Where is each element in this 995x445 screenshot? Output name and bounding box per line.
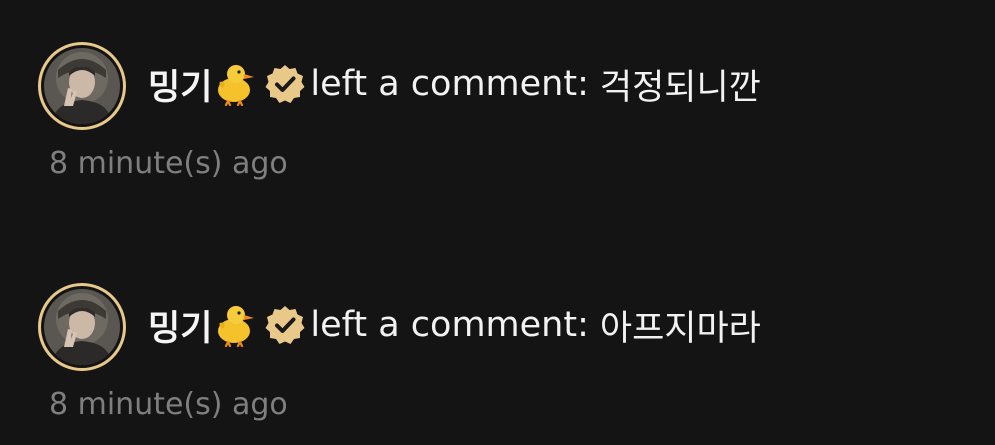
- username[interactable]: 밍기: [148, 300, 212, 351]
- timestamp: 8 minute(s) ago: [49, 146, 288, 181]
- notification-item[interactable]: 밍기 left a comment: 걱정되니깐 8 minute(s) ago: [38, 42, 978, 192]
- baby-chick-icon: [218, 65, 255, 106]
- avatar-photo: [44, 289, 120, 365]
- avatar-ring: [41, 286, 123, 368]
- username[interactable]: 밍기: [148, 59, 212, 110]
- action-text: left a comment:: [310, 64, 589, 104]
- comment-text: 아프지마라: [599, 308, 761, 349]
- avatar-ring: [41, 45, 123, 127]
- comment-text: 걱정되니깐: [599, 67, 761, 108]
- baby-chick-icon: [218, 306, 255, 347]
- avatar[interactable]: [38, 283, 126, 371]
- action-text: left a comment:: [310, 305, 589, 345]
- notification-text: 밍기 left a comment: 아프지마라: [148, 297, 761, 353]
- notification-text: 밍기 left a comment: 걱정되니깐: [148, 56, 761, 112]
- timestamp: 8 minute(s) ago: [49, 387, 288, 422]
- verified-badge-icon: [265, 306, 305, 344]
- avatar[interactable]: [38, 42, 126, 130]
- avatar-photo: [44, 48, 120, 124]
- verified-badge-icon: [265, 65, 305, 103]
- notification-item[interactable]: 밍기 left a comment: 아프지마라 8 minute(s) ago: [38, 283, 978, 433]
